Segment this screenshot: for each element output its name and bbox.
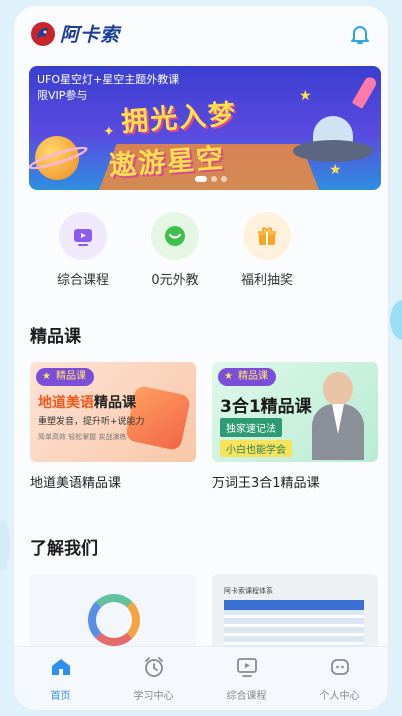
thumbnail-badge: 小白也能学会: [220, 440, 292, 457]
featured-tag: 精品课: [218, 368, 276, 386]
featured-tag: 精品课: [36, 368, 94, 386]
notification-bell-icon[interactable]: [348, 22, 372, 46]
app-name: 阿卡索: [60, 24, 121, 46]
thumbnail-title: 地道美语精品课: [38, 392, 136, 412]
curriculum-doc-title: 阿卡索课程体系: [224, 587, 273, 595]
quick-nav-lucky-draw[interactable]: 福利抽奖: [212, 212, 322, 288]
about-card-curriculum[interactable]: 阿卡索课程体系: [212, 574, 378, 654]
chat-icon: [151, 212, 199, 260]
thumbnail-caption: 简单高效 轻松掌握 实战演练: [38, 433, 127, 441]
bottom-tab-bar: 首页 学习中心 综合课程 个人中心: [14, 646, 388, 710]
banner-title: 拥光入梦: [120, 98, 239, 139]
quick-nav-label: 福利抽奖: [240, 273, 293, 288]
carousel-indicator: [195, 176, 227, 182]
course-card[interactable]: 精品课 3合1精品课 独家速记法 小白也能学会 万词王3合1精品课: [212, 362, 378, 491]
thumbnail-title: 3合1精品课: [220, 397, 312, 417]
tab-profile[interactable]: 个人中心: [293, 655, 386, 702]
carousel-dot[interactable]: [195, 176, 207, 182]
background-glow: [0, 520, 10, 570]
section-title-featured: 精品课: [30, 327, 81, 347]
thumbnail-badge: 独家速记法: [220, 418, 282, 437]
carousel-dot[interactable]: [221, 176, 227, 182]
about-card-diagram[interactable]: [30, 574, 196, 654]
star-icon: ★: [329, 162, 342, 178]
course-card[interactable]: 精品课 地道美语精品课 重塑发音，提升听+说能力 简单高效 轻松掌握 实战演练 …: [30, 362, 196, 491]
profile-icon: [330, 659, 349, 675]
tab-label: 综合课程: [226, 691, 267, 702]
rocket-illustration: [351, 75, 379, 109]
thumbnail-title-part: 地道美语: [38, 395, 94, 411]
thumbnail-title-part: 精品课: [94, 395, 136, 411]
alarm-clock-icon: [144, 657, 163, 677]
star-icon: ✦: [103, 124, 115, 140]
course-thumbnail: 精品课 地道美语精品课 重塑发音，提升听+说能力 简单高效 轻松掌握 实战演练: [30, 362, 196, 462]
section-title-about: 了解我们: [30, 539, 98, 559]
course-thumbnail: 精品课 3合1精品课 独家速记法 小白也能学会: [212, 362, 378, 462]
star-icon: ★: [299, 88, 312, 104]
home-icon: [51, 659, 70, 675]
app-logo: 阿卡索: [30, 20, 120, 47]
tv-icon: [59, 212, 107, 260]
ufo-body: [293, 140, 373, 162]
tv-icon: [236, 658, 257, 677]
tab-home[interactable]: 首页: [14, 655, 107, 702]
tab-label: 个人中心: [319, 691, 360, 702]
cycle-diagram-illustration: [88, 594, 140, 646]
curriculum-table-illustration: [224, 600, 364, 650]
top-bar: 阿卡索: [14, 6, 388, 62]
course-name: 地道美语精品课: [30, 476, 122, 491]
tab-comprehensive-courses[interactable]: 综合课程: [200, 655, 293, 702]
tab-study-center[interactable]: 学习中心: [107, 655, 200, 702]
lion-logo-icon: [31, 21, 55, 46]
app-screen: 阿卡索 ★ ✦ ★ UFO星空灯+星空主题外教课 限VIP参与 拥光入梦 遨游星…: [14, 6, 388, 710]
thumbnail-subtitle: 重塑发音，提升听+说能力: [38, 417, 145, 427]
promo-banner[interactable]: ★ ✦ ★ UFO星空灯+星空主题外教课 限VIP参与 拥光入梦 遨游星空: [29, 66, 381, 190]
teacher-photo: [312, 372, 364, 462]
carousel-dot[interactable]: [211, 176, 217, 182]
banner-subtitle-line: UFO星空灯+星空主题外教课: [37, 73, 180, 86]
course-name: 万词王3合1精品课: [212, 476, 320, 491]
tab-label: 学习中心: [133, 691, 174, 702]
tab-label: 首页: [50, 691, 71, 702]
gift-icon: [243, 212, 291, 260]
background-glow: [390, 300, 402, 340]
